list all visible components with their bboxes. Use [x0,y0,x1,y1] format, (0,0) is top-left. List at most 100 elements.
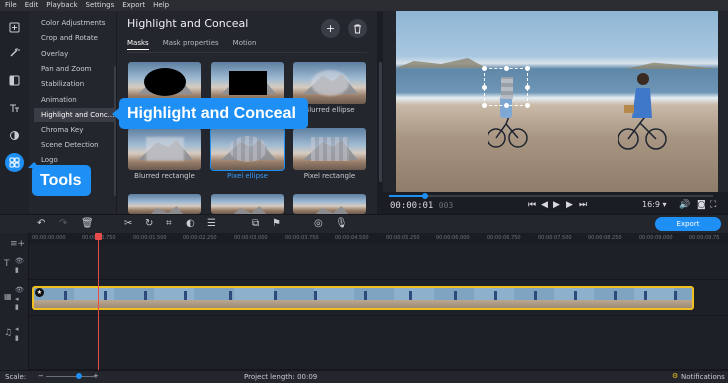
audio-track-icon: ♫ [4,328,13,338]
scale-slider-knob[interactable] [76,373,82,379]
ruler-tick: 00:00:06.750 [487,235,521,241]
tab-mask-properties[interactable]: Mask properties [163,39,219,50]
project-length: Project length: 00:09 [244,373,318,381]
menu-settings[interactable]: Settings [86,0,115,11]
audio-track[interactable] [29,316,728,370]
delete-mask-button[interactable] [348,19,367,38]
playback-progress-fill [389,195,425,197]
ruler-tick: 00:00:04.500 [335,235,369,241]
tool-overlay[interactable]: Overlay [34,47,114,61]
track-lock-icon[interactable]: ▮ [15,266,19,274]
video-track-mute-icon[interactable]: ◂ [15,295,19,303]
plus-icon: + [325,22,336,35]
rotate-icon[interactable]: ↻ [145,218,153,229]
ruler-tick: 00:00:03.000 [234,235,268,241]
transitions-icon[interactable] [5,71,24,90]
snapshot-icon[interactable]: ◙ [697,200,706,210]
timecode: 00:00:01 003 [390,201,453,211]
tab-masks[interactable]: Masks [127,39,149,50]
tab-motion[interactable]: Motion [233,39,257,50]
undo-icon[interactable]: ↶ [37,218,45,229]
redo-icon[interactable]: ↷ [59,218,67,229]
step-back-icon[interactable]: ◀ [541,200,548,210]
ruler-tick: 00:00:08.250 [588,235,622,241]
tool-scene-detection[interactable]: Scene Detection [34,138,114,152]
filters-icon[interactable] [5,126,24,145]
video-track-visibility-icon[interactable]: 👁 [15,286,24,294]
mask-thumb-blurred-rectangle[interactable] [128,128,201,170]
mask-thumb-row3-b[interactable] [211,194,284,214]
video-track-icon: ▦ [4,292,12,301]
ruler-tick: 00:00:09.75 [689,235,720,241]
zoom-out-icon[interactable]: − [38,372,44,380]
record-voice-icon[interactable]: ◎ [314,218,323,229]
notifications-label[interactable]: Notifications [681,373,725,381]
menu-help[interactable]: Help [153,0,169,11]
ruler-tick: 00:00:02.250 [183,235,217,241]
marker-icon[interactable]: ⚑ [272,218,281,229]
callout-highlight-text: Highlight and Conceal [127,104,296,122]
microphone-icon[interactable]: 🎙 [335,218,348,229]
add-mask-button[interactable]: + [321,19,340,38]
left-toolbar [0,11,29,214]
play-icon[interactable]: ▶ [553,200,560,210]
split-icon[interactable]: ✂ [124,218,132,229]
tool-chroma-key[interactable]: Chroma Key [34,123,114,137]
playback-progress[interactable] [389,195,713,197]
menu-edit[interactable]: Edit [25,0,39,11]
mask-thumb-pixel-ellipse[interactable] [210,127,285,171]
mask-thumb-row3-a[interactable] [128,194,201,214]
clip-properties-icon[interactable]: ☰ [207,218,216,229]
tool-animation[interactable]: Animation [34,93,114,107]
audio-track-lock-icon[interactable]: ▮ [15,334,19,342]
tool-crop-and-rotate[interactable]: Crop and Rotate [34,31,114,45]
fullscreen-icon[interactable]: ⛶ [710,200,716,210]
tool-pan-and-zoom[interactable]: Pan and Zoom [34,62,114,76]
mask-thumb-pixel-rectangle[interactable] [293,128,366,170]
export-button[interactable]: Export [655,217,721,231]
skip-start-icon[interactable]: ⏮ [528,200,536,210]
track-visibility-icon[interactable]: 👁 [15,257,24,265]
timecode-frames: 003 [438,201,454,210]
crop-icon[interactable]: ⌗ [166,218,172,229]
step-forward-icon[interactable]: ▶ [566,200,573,210]
text-track-icon: T [4,259,10,269]
scale-slider[interactable] [46,376,96,377]
color-icon[interactable]: ◐ [186,218,195,229]
tool-color-adjustments[interactable]: Color Adjustments [34,16,114,30]
skip-end-icon[interactable]: ⏭ [579,200,587,210]
import-icon[interactable] [5,18,24,37]
more-tools-icon[interactable] [5,153,24,172]
aspect-ratio-select[interactable]: 16:9 ▾ [642,200,667,209]
add-track-icon[interactable]: ≡+ [10,239,25,249]
playback-progress-knob[interactable] [421,193,428,199]
menu-bar: File Edit Playback Settings Export Help [0,0,728,11]
tools-scrollbar[interactable] [114,66,116,196]
menu-export[interactable]: Export [122,0,145,11]
playhead[interactable] [98,233,99,370]
magic-wand-icon[interactable] [5,43,24,62]
mask-selection-box[interactable] [482,66,530,108]
video-track-lock-icon[interactable]: ▮ [15,303,19,311]
masks-scrollbar[interactable] [379,62,382,182]
mask-thumb-row3-c[interactable] [293,194,366,214]
delete-clip-icon[interactable]: 🗑 [81,218,94,229]
playhead-handle[interactable] [95,233,102,240]
aspect-ratio-value: 16:9 [642,200,660,209]
video-clip[interactable] [32,286,694,310]
volume-icon[interactable]: 🔊 [679,200,690,210]
audio-track-mute-icon[interactable]: ◂ [15,325,19,333]
tool-stabilization[interactable]: Stabilization [34,77,114,91]
tool-highlight-and-conceal[interactable]: Highlight and Conc... [34,108,114,122]
ruler-tick: 00:00:01.500 [133,235,167,241]
video-preview[interactable] [396,11,718,192]
clip-effect-star-icon[interactable]: ★ [35,288,44,297]
ruler-tick: 00:00:06.000 [436,235,470,241]
callout-tools-pointer [28,162,40,168]
menu-file[interactable]: File [5,0,17,11]
overlay-icon[interactable]: ⧉ [252,218,259,229]
notifications-icon[interactable]: ⚙ [672,372,678,380]
titles-icon[interactable] [5,99,24,118]
text-track[interactable] [29,244,728,280]
menu-playback[interactable]: Playback [46,0,77,11]
